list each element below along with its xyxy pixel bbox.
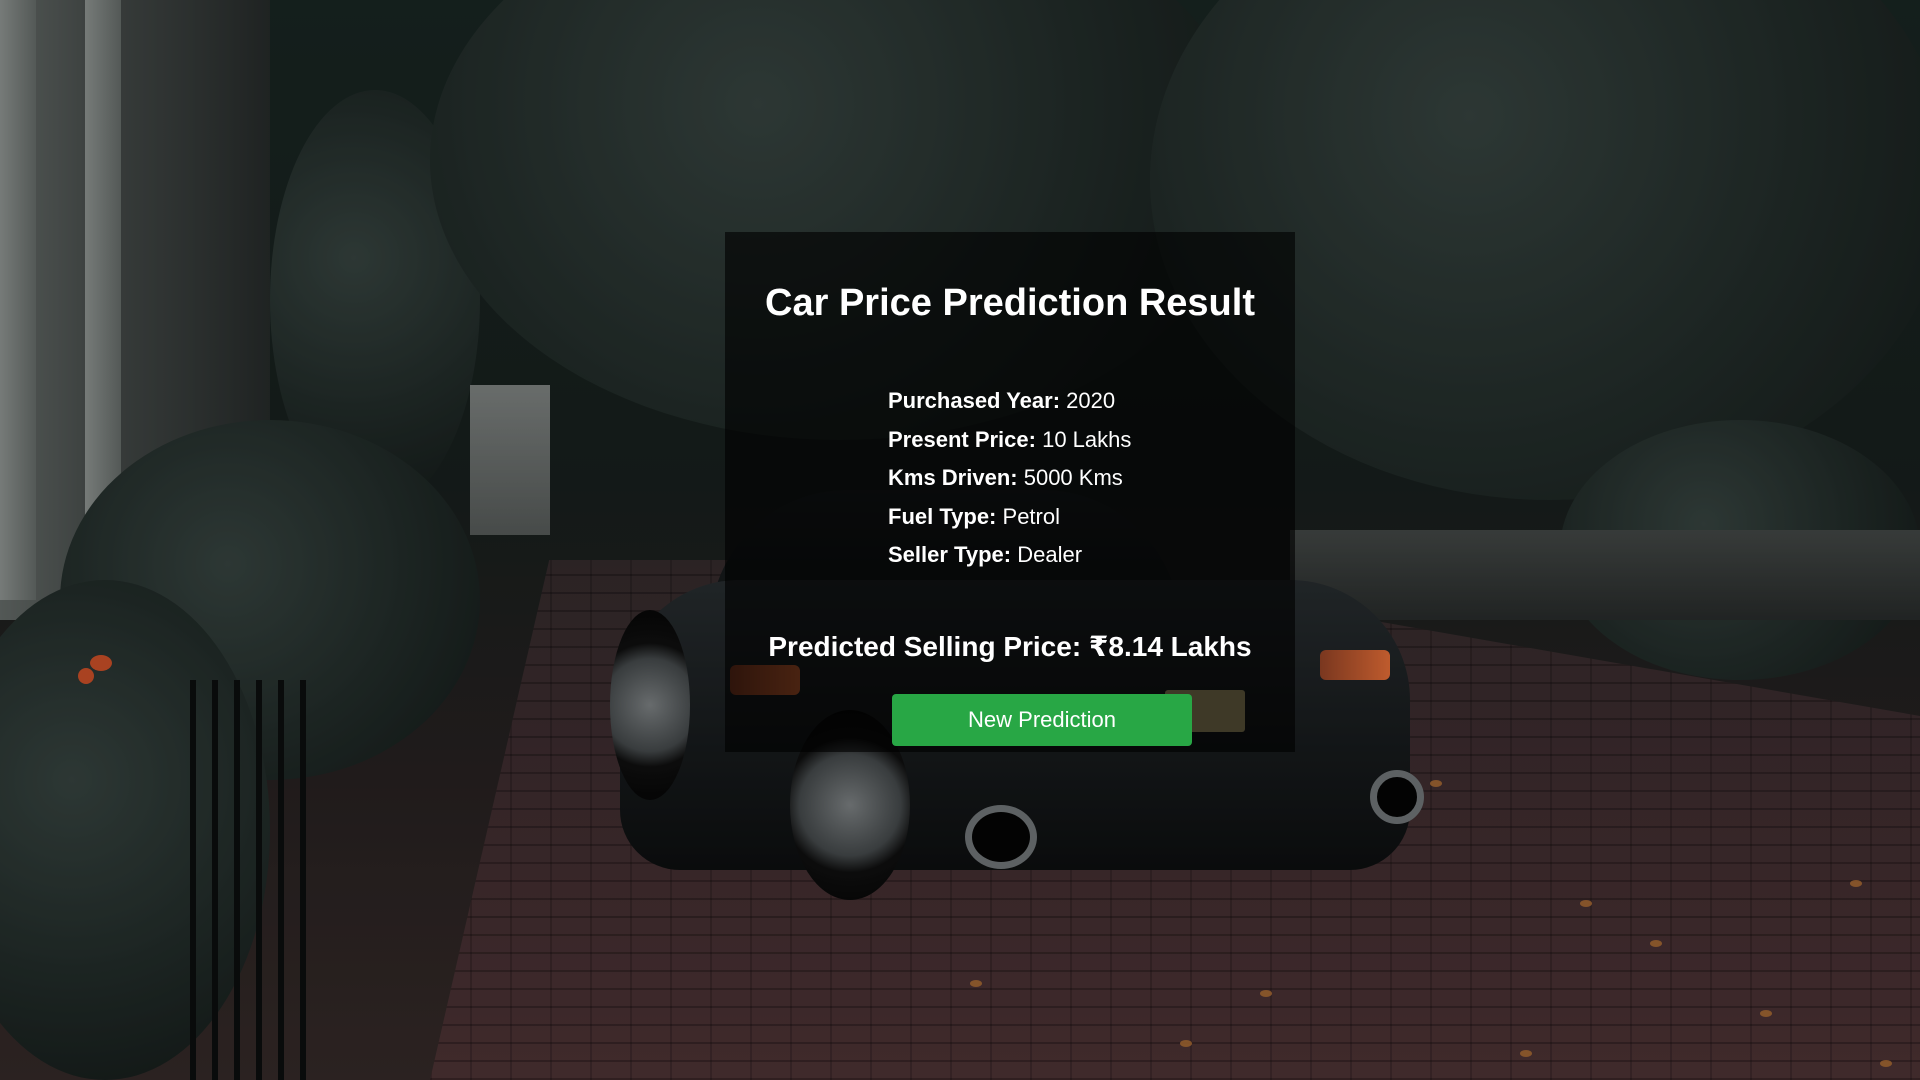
detail-label: Seller Type:	[888, 542, 1012, 567]
detail-value: 2020	[1066, 388, 1116, 413]
detail-value: 5000 Kms	[1023, 465, 1123, 490]
detail-seller-type: Seller Type: Dealer	[888, 536, 1131, 575]
detail-fuel-type: Fuel Type: Petrol	[888, 498, 1131, 537]
page-title: Car Price Prediction Result	[765, 282, 1255, 324]
detail-label: Fuel Type:	[888, 503, 997, 529]
detail-label: Purchased Year:	[888, 388, 1061, 413]
new-prediction-button[interactable]: New Prediction	[892, 694, 1192, 746]
detail-label: Kms Driven:	[888, 465, 1018, 490]
result-card: Car Price Prediction Result Purchased Ye…	[725, 232, 1295, 752]
detail-value: Dealer	[1017, 542, 1083, 567]
details-list: Purchased Year: 2020 Present Price: 10 L…	[888, 382, 1131, 575]
detail-label: Present Price:	[888, 426, 1036, 452]
detail-value: Petrol	[1002, 503, 1060, 529]
detail-present-price: Present Price: 10 Lakhs	[888, 421, 1131, 460]
detail-purchased-year: Purchased Year: 2020	[888, 382, 1131, 421]
predicted-price: Predicted Selling Price: ₹8.14 Lakhs	[768, 631, 1252, 662]
page: Car Price Prediction Result Purchased Ye…	[0, 0, 1920, 1080]
detail-kms-driven: Kms Driven: 5000 Kms	[888, 459, 1131, 498]
detail-value: 10 Lakhs	[1042, 426, 1132, 452]
